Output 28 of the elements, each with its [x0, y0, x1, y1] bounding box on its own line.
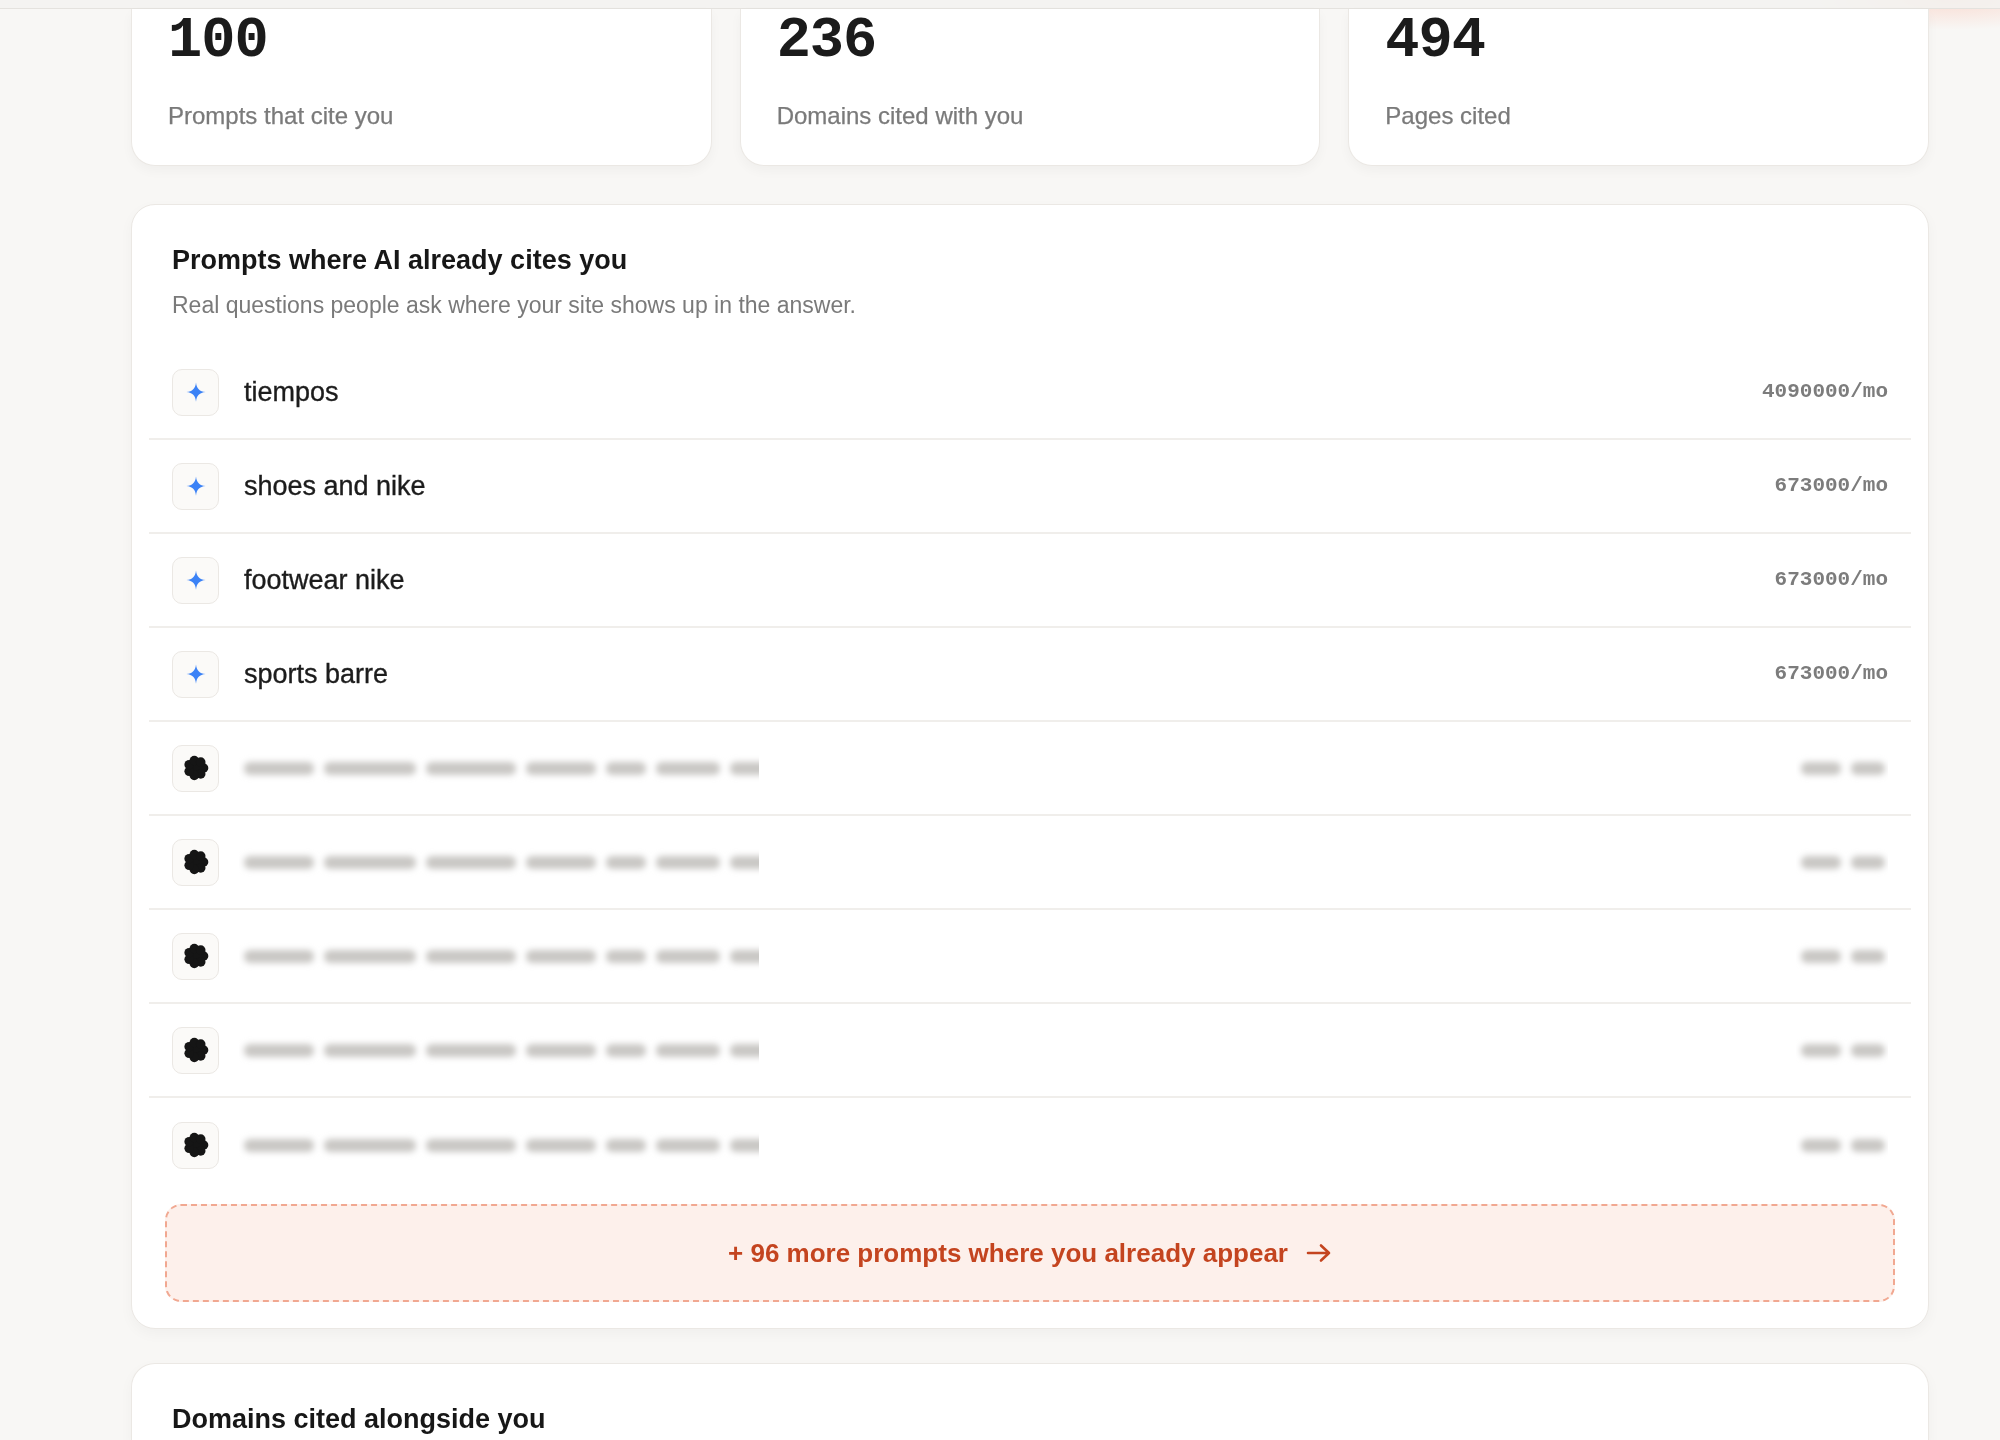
- search-volume: 4090000/mo: [1761, 379, 1888, 405]
- stat-value: 100: [168, 13, 268, 69]
- blob-icon: [172, 1026, 219, 1074]
- more-prompts-button[interactable]: + 96 more prompts where you already appear: [165, 1204, 1895, 1302]
- search-volume: 673000/mo: [1774, 567, 1888, 593]
- stat-label: Prompts that cite you: [168, 102, 394, 130]
- section-title: Prompts where AI already cites you: [172, 244, 628, 276]
- stat-label: Domains cited with you: [776, 102, 1024, 130]
- stat-label: Pages cited: [1385, 102, 1511, 130]
- prompt-text: sports barre: [244, 658, 389, 690]
- search-volume: 673000/mo: [1774, 661, 1888, 687]
- sparkle-icon: [172, 650, 219, 698]
- sparkle-icon: [172, 462, 219, 510]
- blob-icon: [172, 1121, 219, 1169]
- prompt-text: shoes and nike: [244, 470, 426, 502]
- prompt-text: tiempos: [244, 376, 339, 408]
- section-subtitle: Real questions people ask where your site shows up in the answer.: [172, 291, 856, 319]
- blob-icon: [172, 838, 219, 886]
- stat-value: 236: [776, 13, 877, 69]
- stat-value: 494: [1385, 13, 1485, 69]
- blob-icon: [172, 744, 219, 792]
- prompt-text: footwear nike: [244, 564, 405, 596]
- section-title: Domains cited alongside you: [172, 1403, 546, 1435]
- sparkle-icon: [172, 368, 219, 416]
- search-volume: 673000/mo: [1774, 473, 1888, 499]
- sparkle-icon: [172, 556, 219, 604]
- blob-icon: [172, 932, 219, 980]
- arrow-icon: [1305, 1243, 1332, 1263]
